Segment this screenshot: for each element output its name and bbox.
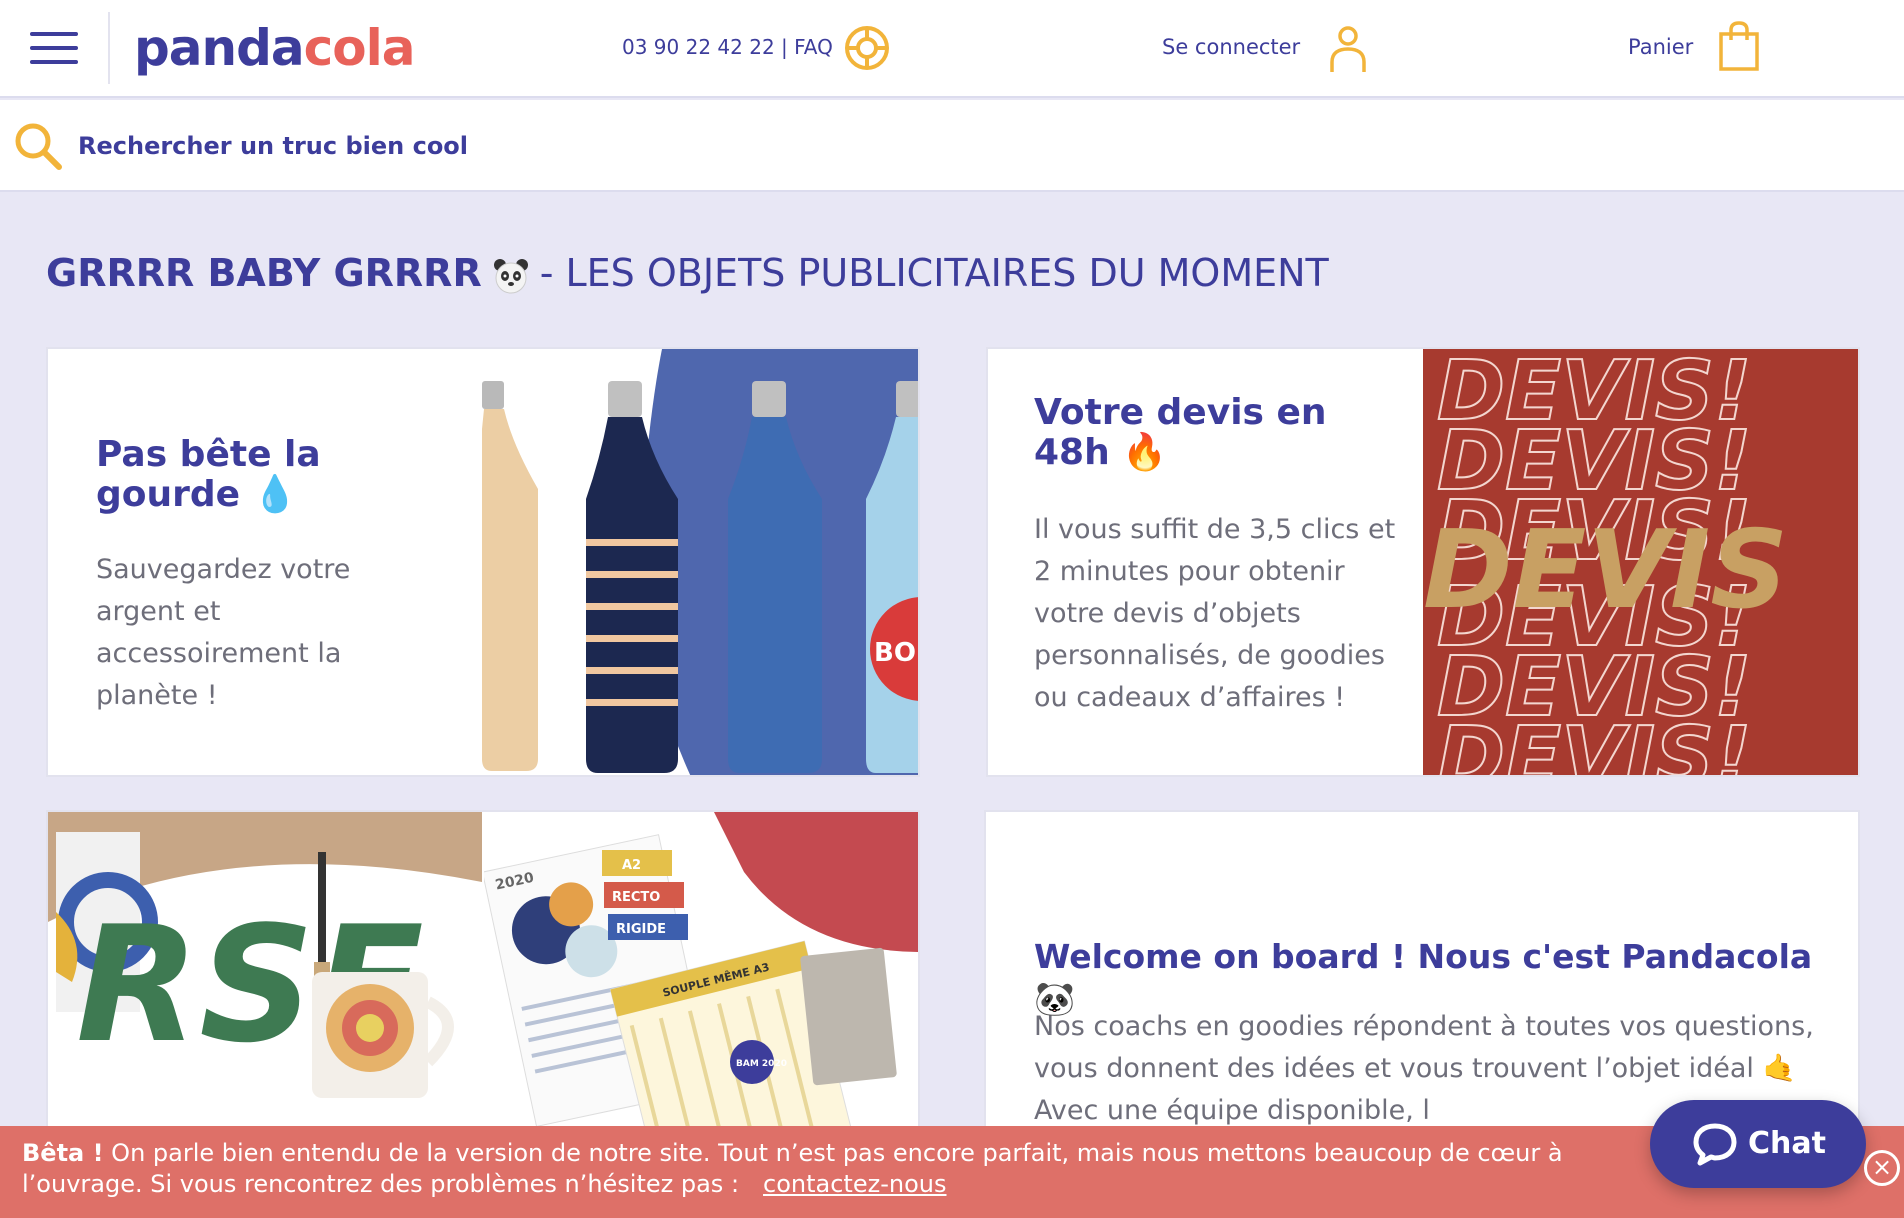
promo-card-gourde[interactable]: Pas bête la gourde 💧 Sauvegardez votre a… <box>46 347 920 777</box>
devis-image: DEVIS! DEVIS! DEVIS! DEVIS! DEVIS! DEVIS… <box>1423 349 1858 777</box>
contact-faq-link[interactable]: 03 90 22 42 22 | FAQ <box>622 33 833 61</box>
menu-icon[interactable] <box>30 32 78 64</box>
close-banner-icon[interactable]: × <box>1864 1150 1900 1186</box>
site-header: pandacola 03 90 22 42 22 | FAQ Se connec… <box>0 0 1904 98</box>
card-text: Il vous suffit de 3,5 clics et 2 minutes… <box>1034 514 1396 713</box>
search-icon[interactable] <box>12 120 64 172</box>
section-title-strong: GRRRR BABY GRRRR <box>46 251 482 295</box>
logo-text-panda: panda <box>134 19 305 77</box>
section-title: GRRRR BABY GRRRR - LES OBJETS PUBLICITAI… <box>46 248 1329 298</box>
beta-banner: Bêta ! On parle bien entendu de la versi… <box>0 1126 1904 1218</box>
search-input[interactable] <box>78 126 778 166</box>
label-rigide: RIGIDE <box>616 922 666 937</box>
beta-message: Bêta ! On parle bien entendu de la versi… <box>22 1138 1642 1208</box>
user-icon[interactable] <box>1328 24 1368 74</box>
chat-bubble-icon <box>1693 1123 1737 1166</box>
lifebuoy-icon[interactable] <box>843 24 891 72</box>
label-a2: A2 <box>622 858 641 873</box>
devis-big-text: DEVIS <box>1423 508 1788 633</box>
promo-card-devis[interactable]: Votre devis en 48h 🔥 Il vous suffit de 3… <box>986 347 1860 777</box>
shopping-bag-icon[interactable] <box>1718 20 1760 72</box>
card-title: Votre devis en 48h 🔥 <box>1034 392 1327 473</box>
label-recto: RECTO <box>612 890 660 905</box>
card-title: Pas bête la gourde 💧 <box>96 434 321 515</box>
bottles-image: BO <box>482 349 918 775</box>
login-link[interactable]: Se connecter <box>1162 33 1300 61</box>
card-text: Sauvegardez votre argent et accessoireme… <box>96 554 351 711</box>
pandacola-logo[interactable]: pandacola <box>134 14 416 82</box>
panda-icon <box>493 258 528 293</box>
chat-label: Chat <box>1748 1126 1826 1161</box>
devis-pattern-text: DEVIS! <box>1437 710 1752 777</box>
cart-link[interactable]: Panier <box>1628 33 1693 61</box>
bottle-label: BO <box>874 638 916 668</box>
beta-strong: Bêta ! <box>22 1139 104 1167</box>
section-title-light: - LES OBJETS PUBLICITAIRES DU MOMENT <box>539 251 1329 295</box>
logo-text-cola: cola <box>303 19 416 77</box>
contact-link[interactable]: contactez-nous <box>763 1170 946 1198</box>
search-bar <box>0 100 1904 192</box>
label-bam: BAM 2020 <box>736 1059 787 1069</box>
chat-button[interactable]: Chat <box>1650 1100 1866 1188</box>
header-divider <box>108 12 110 84</box>
